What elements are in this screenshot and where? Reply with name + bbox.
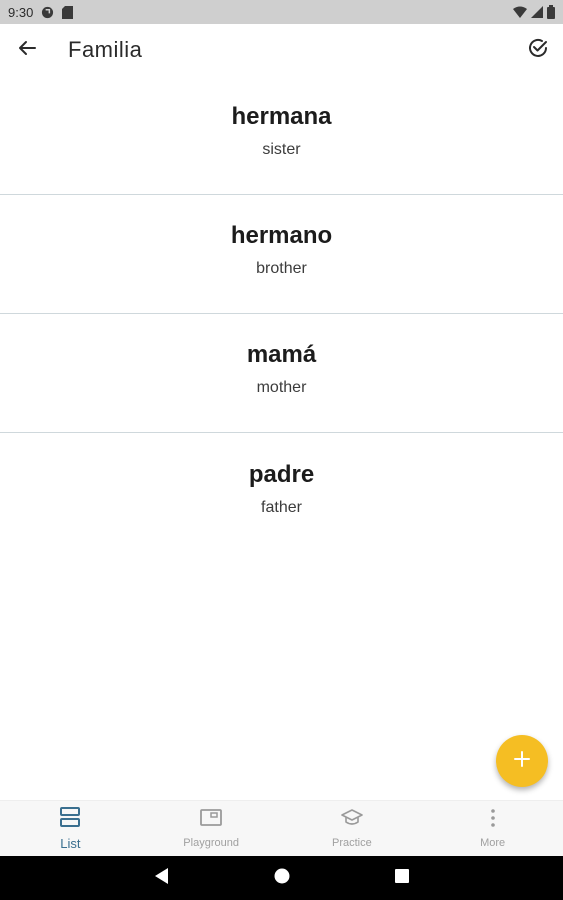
nav-label-playground: Playground (183, 837, 239, 849)
check-circle-icon (527, 37, 549, 64)
word-term: hermana (231, 103, 332, 130)
system-nav-bar (0, 856, 563, 900)
back-button[interactable] (0, 24, 54, 76)
nav-item-list[interactable]: List (0, 801, 141, 856)
word-item-hermano[interactable]: hermano brother (0, 195, 563, 314)
word-list: hermana sister hermano brother mamá moth… (0, 76, 563, 552)
status-right (513, 5, 555, 19)
mark-complete-button[interactable] (513, 24, 563, 76)
system-recents-button[interactable] (342, 856, 462, 900)
word-translation: sister (262, 141, 301, 158)
wifi-icon (513, 6, 527, 18)
status-time: 9:30 (8, 4, 34, 20)
plus-icon (513, 750, 531, 773)
word-translation: brother (256, 260, 307, 277)
nav-label-list: List (60, 835, 81, 851)
home-circle-icon (274, 868, 290, 889)
nav-label-practice: Practice (332, 837, 372, 849)
system-back-button[interactable] (102, 856, 222, 900)
system-home-button[interactable] (222, 856, 342, 900)
add-word-button[interactable] (496, 735, 548, 787)
app-bar: Familia (0, 24, 563, 76)
playground-icon (200, 808, 223, 833)
back-triangle-icon (154, 867, 169, 889)
word-item-mama[interactable]: mamá mother (0, 314, 563, 433)
battery-icon (547, 5, 555, 19)
more-vertical-icon (482, 808, 504, 833)
arrow-back-icon (17, 38, 37, 63)
page-title: Familia (68, 37, 143, 62)
word-term: padre (248, 460, 315, 488)
recents-square-icon (394, 868, 409, 888)
cell-signal-icon (531, 6, 543, 18)
word-translation: mother (256, 379, 307, 396)
status-bar: 9:30 (0, 0, 563, 24)
sd-card-icon (62, 5, 74, 19)
word-item-padre[interactable]: padre father (0, 433, 563, 552)
word-term: hermano (230, 222, 333, 249)
word-term: mamá (246, 341, 317, 368)
sync-icon (41, 6, 54, 19)
nav-item-playground[interactable]: Playground (141, 801, 282, 856)
word-translation: father (261, 498, 302, 516)
list-icon (59, 806, 81, 832)
bottom-nav: List Playground Practice More (0, 800, 563, 856)
nav-label-more: More (480, 837, 506, 849)
nav-item-practice[interactable]: Practice (282, 801, 423, 856)
graduation-cap-icon (341, 808, 363, 833)
status-left: 9:30 (8, 4, 74, 20)
word-item-hermana[interactable]: hermana sister (0, 76, 563, 195)
nav-item-more[interactable]: More (422, 801, 563, 856)
